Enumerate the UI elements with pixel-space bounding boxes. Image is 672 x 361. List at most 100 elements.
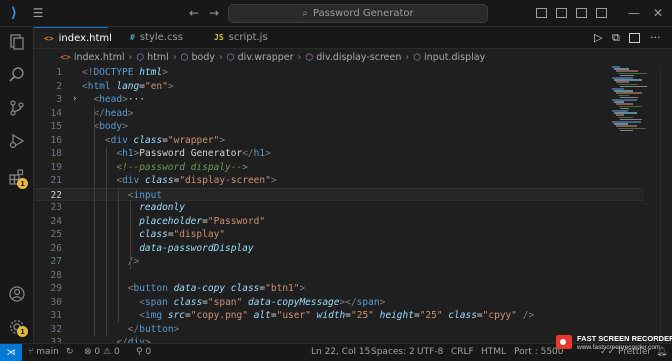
minimize-icon[interactable]: — — [626, 5, 642, 21]
tab-index-html[interactable]: <> index.html — [34, 27, 112, 48]
code-line[interactable]: 18 <h1>Password Generator</h1> — [34, 147, 644, 161]
code-line[interactable]: 28 — [34, 269, 644, 283]
toggle-panel-icon[interactable] — [556, 8, 567, 18]
line-number: 25 — [50, 229, 62, 240]
code-token: readonly — [139, 202, 185, 213]
ports-status[interactable]: ⚲ 0 — [136, 347, 151, 357]
breadcrumb-item[interactable]: body — [191, 52, 215, 63]
problems-status[interactable]: ⊗ 0 ⚠ 0 — [84, 347, 120, 357]
source-control-icon[interactable] — [6, 97, 28, 119]
editor-tab-bar: <> index.html # style.css JS script.js ▷… — [34, 27, 672, 49]
radio-tower-icon: ⚲ — [136, 347, 143, 357]
back-arrow-icon[interactable]: ← — [186, 5, 202, 21]
line-number: 2 — [56, 80, 62, 92]
language-mode[interactable]: HTML — [481, 347, 506, 357]
code-line[interactable]: 19 <!--password dispaly--> — [34, 161, 644, 175]
fold-chevron-icon[interactable]: › — [72, 93, 77, 107]
encoding-status[interactable]: UTF-8 — [417, 347, 443, 357]
line-number: 30 — [50, 296, 62, 308]
code-token: div — [122, 175, 140, 186]
open-preview-icon[interactable]: ⧉ — [612, 31, 620, 45]
code-line[interactable]: 24 placeholder="Password" — [34, 215, 644, 229]
code-token: span — [144, 296, 168, 308]
code-line[interactable]: 23 readonly — [34, 201, 644, 215]
close-window-icon[interactable]: ✕ — [650, 5, 666, 21]
code-token: div — [110, 134, 128, 146]
code-line[interactable]: 32 </button> — [34, 323, 644, 337]
code-token: class — [144, 175, 174, 186]
account-icon[interactable] — [6, 283, 28, 305]
remote-indicator-icon[interactable]: ⋊ — [0, 344, 22, 361]
code-token: head — [104, 107, 128, 119]
element-icon: ⬡ — [305, 52, 314, 63]
code-token: "copy.png" — [190, 310, 248, 321]
code-token: </ — [93, 107, 105, 119]
run-file-icon[interactable]: ▷ — [594, 31, 602, 44]
breadcrumb-item[interactable]: index.html — [74, 52, 125, 63]
sync-icon[interactable]: ↻ — [66, 347, 74, 357]
split-editor-icon[interactable] — [629, 33, 640, 43]
forward-arrow-icon[interactable]: → — [206, 5, 222, 21]
code-line[interactable]: 2 <html lang="en"> — [34, 80, 644, 94]
code-line[interactable]: 21 <div class="display-screen"> — [34, 174, 644, 188]
code-text: </head> — [82, 107, 133, 121]
code-token: "25" — [419, 310, 443, 321]
activity-bar: 1 1 — [0, 27, 34, 343]
toggle-sidebar-icon[interactable] — [536, 8, 547, 18]
code-token: button — [139, 323, 174, 335]
toggle-secondary-sidebar-icon[interactable] — [576, 8, 587, 18]
tab-style-css[interactable]: # style.css — [120, 27, 212, 48]
code-line[interactable]: 22 <input — [34, 187, 644, 201]
tab-label: index.html — [58, 32, 112, 44]
line-number: 28 — [50, 269, 62, 281]
code-line[interactable]: 30 <span class="span" data-copyMessage><… — [34, 296, 644, 310]
breadcrumb-item[interactable]: html — [147, 52, 169, 63]
code-line[interactable]: 26 data-passwordDisplay — [34, 242, 644, 256]
code-line[interactable]: 14 </head> — [34, 107, 644, 121]
code-line[interactable]: 33 </div> — [34, 336, 644, 343]
js-file-icon: JS — [214, 33, 224, 42]
command-center-search[interactable]: ⌕ Password Generator — [228, 4, 488, 23]
hamburger-menu-icon[interactable]: ☰ — [30, 5, 46, 21]
chevron-right-icon: › — [128, 52, 133, 63]
code-line[interactable]: 25 class="display" — [34, 228, 644, 242]
code-text: <div class="wrapper"> — [82, 134, 225, 148]
code-line[interactable]: 3 › <head>··· — [34, 93, 644, 107]
code-token: placeholder — [139, 215, 203, 227]
breadcrumb-item[interactable]: div.wrapper — [238, 52, 294, 63]
run-debug-icon[interactable] — [6, 130, 28, 152]
line-number: 19 — [50, 161, 62, 173]
code-token: "span" — [207, 296, 243, 308]
indentation-status[interactable]: Spaces: 2 — [371, 347, 415, 357]
tab-label: script.js — [228, 32, 268, 43]
breadcrumb-item[interactable]: input.display — [424, 52, 485, 63]
indent-guide — [118, 187, 119, 323]
code-editor[interactable]: 1 <!DOCTYPE html> 2 <html lang="en"> 3 › <hea… — [34, 66, 672, 343]
search-activity-icon[interactable] — [6, 64, 28, 86]
code-line[interactable]: 29 <button data-copy class="btn1"> — [34, 282, 644, 296]
code-token: </ — [242, 148, 254, 159]
code-line[interactable]: 27 /> — [34, 255, 644, 269]
code-text: <html lang="en"> — [82, 80, 174, 94]
breadcrumb-item[interactable]: div.display-screen — [316, 52, 401, 63]
cursor-position[interactable]: Ln 22, Col 15 — [311, 347, 370, 357]
code-token: img — [144, 310, 163, 321]
eol-status[interactable]: CRLF — [451, 347, 474, 357]
code-line[interactable]: 1 <!DOCTYPE html> — [34, 66, 644, 80]
customize-layout-icon[interactable] — [596, 8, 607, 18]
branch-name: main — [36, 347, 59, 357]
more-actions-icon[interactable]: ··· — [650, 31, 661, 44]
explorer-icon[interactable] — [6, 31, 28, 53]
element-icon: ⬡ — [180, 52, 189, 63]
editor-scrollbar[interactable] — [660, 66, 672, 343]
branch-status[interactable]: ⑂ main — [28, 347, 59, 357]
tab-script-js[interactable]: JS script.js — [204, 27, 284, 48]
code-line[interactable]: 16 <div class="wrapper"> — [34, 134, 644, 148]
code-line[interactable]: 15 <body> — [34, 120, 644, 134]
code-text: <img src="copy.png" alt="user" width="25… — [82, 309, 534, 323]
code-line[interactable]: 31 <img src="copy.png" alt="user" width=… — [34, 309, 644, 323]
code-token: > — [299, 283, 306, 294]
